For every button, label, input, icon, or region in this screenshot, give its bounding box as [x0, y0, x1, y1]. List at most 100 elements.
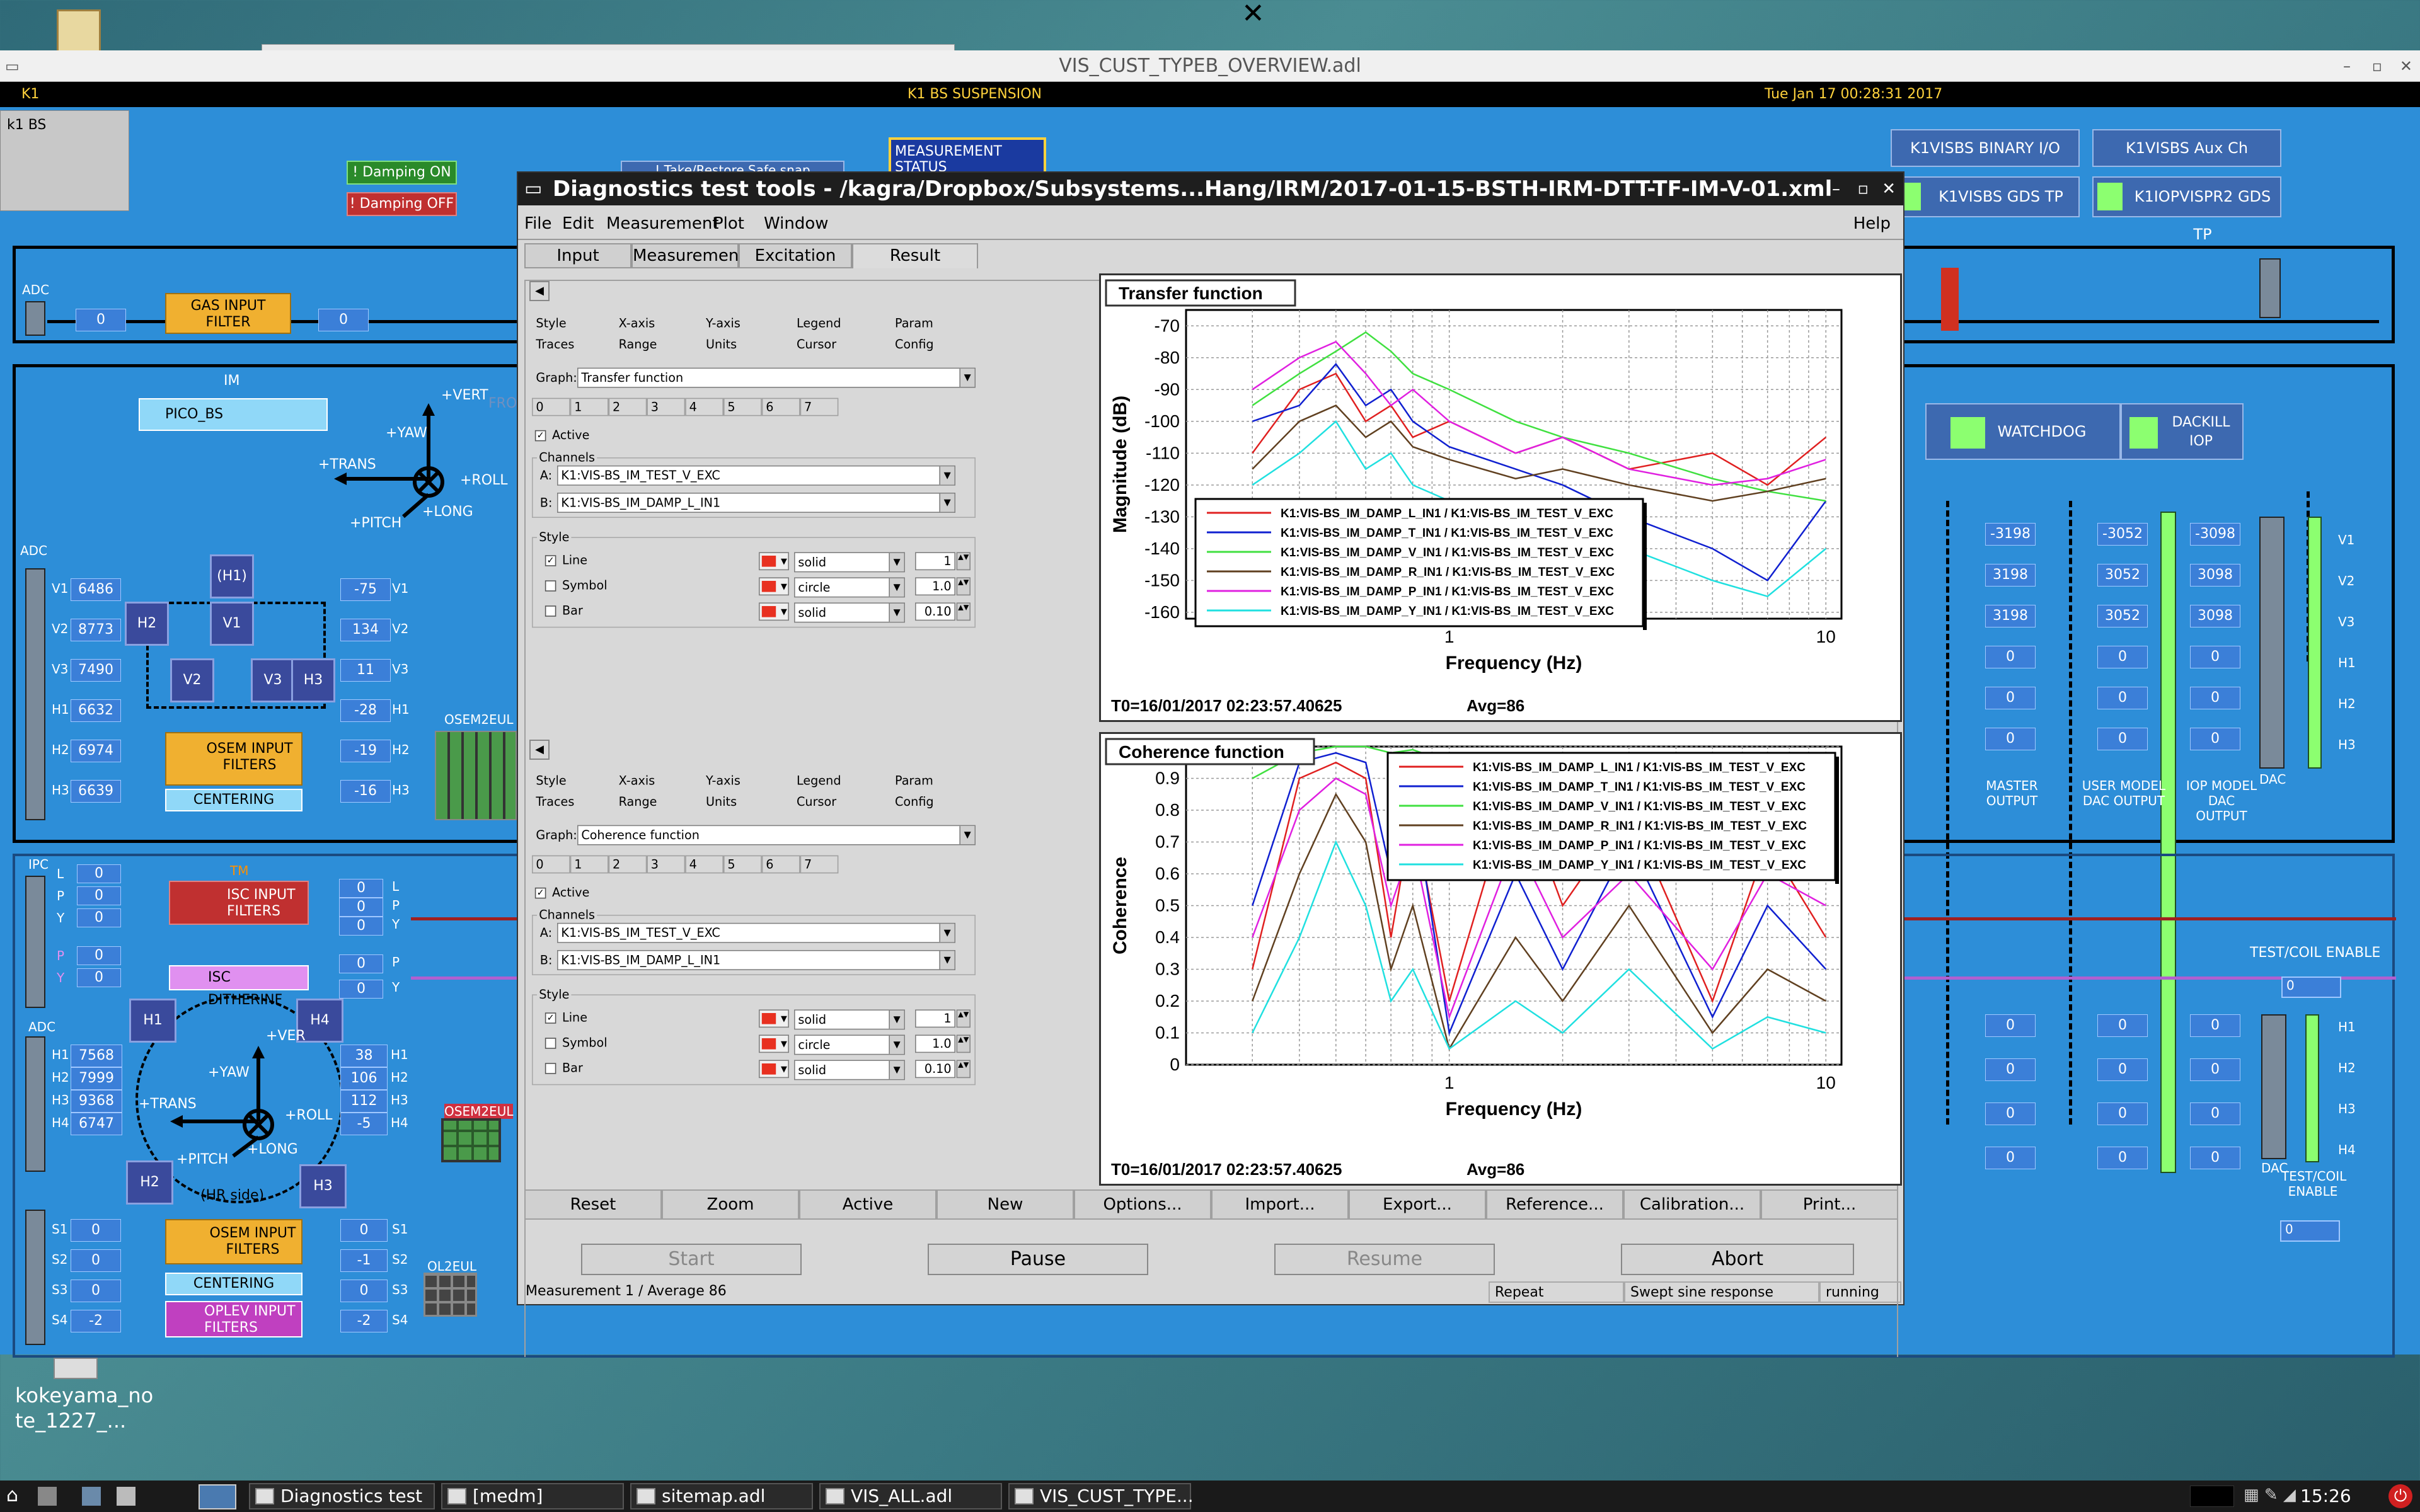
action-export[interactable]: Export... [1349, 1189, 1486, 1220]
trace-tab-4[interactable]: 4 [685, 398, 723, 416]
tab-input[interactable]: Input [524, 243, 631, 268]
start-menu-icon[interactable]: ⌂ [6, 1484, 32, 1508]
trace-tab-7[interactable]: 7 [800, 398, 839, 416]
osem-v3-node[interactable]: V3 [251, 658, 295, 702]
channel-a-select[interactable]: K1:VIS-BS_IM_TEST_V_EXC ▼ [557, 922, 955, 943]
line-checkbox[interactable]: ✓ [544, 1012, 556, 1024]
taskbar-item[interactable]: VIS_CUST_TYPE... [1008, 1483, 1194, 1509]
graph-select[interactable]: Coherence function ▼ [577, 825, 976, 845]
subtab-param[interactable]: Param [895, 774, 933, 788]
symbol-style-select[interactable]: circle ▼ [794, 577, 905, 598]
window-menu-icon[interactable]: ▭ [524, 173, 542, 205]
line-style-select[interactable]: solid ▼ [794, 1009, 905, 1030]
spin-arrows-icon[interactable]: ▲▼ [956, 1009, 971, 1028]
symbol-checkbox[interactable] [544, 1038, 556, 1049]
subtab-range[interactable]: Range [619, 338, 657, 352]
subtab-config[interactable]: Config [895, 795, 934, 809]
bar-color-picker[interactable]: ▼ [759, 602, 789, 621]
action-active[interactable]: Active [799, 1189, 936, 1220]
launcher-icon[interactable] [38, 1487, 57, 1506]
aux-ch-button[interactable]: K1VISBS Aux Ch [2092, 129, 2281, 167]
subtab-x-axis[interactable]: X-axis [619, 774, 655, 788]
trace-tab-7[interactable]: 7 [800, 855, 839, 874]
menu-window[interactable]: Window [764, 214, 829, 233]
active-checkbox[interactable]: ✓ [534, 430, 546, 442]
bar-color-picker[interactable]: ▼ [759, 1060, 789, 1079]
desktop-file-label[interactable]: kokeyama_note_1227_... [15, 1383, 160, 1433]
subtab-legend[interactable]: Legend [797, 316, 841, 330]
osem-v2-node[interactable]: V2 [170, 658, 214, 702]
ipc-block[interactable] [25, 876, 45, 1008]
bar-style-select[interactable]: solid ▼ [794, 1060, 905, 1080]
binary-io-button[interactable]: K1VISBS BINARY I/O [1891, 129, 2080, 167]
minimize-icon[interactable]: – [2343, 50, 2351, 82]
trace-tab-3[interactable]: 3 [647, 855, 686, 874]
action-reset[interactable]: Reset [524, 1189, 662, 1220]
osem2eul-tm-matrix[interactable] [441, 1118, 501, 1162]
damping-on-button[interactable]: ! Damping ON [347, 161, 457, 185]
osem-v1-node[interactable]: V1 [210, 602, 254, 646]
test-coil-enable-field-2[interactable]: 0 [2280, 1220, 2340, 1242]
line-width-input[interactable]: 1 [915, 552, 955, 571]
show-desktop-icon[interactable] [199, 1484, 236, 1509]
collapse-left-icon[interactable]: ◀ [529, 740, 550, 760]
damping-off-button[interactable]: ! Damping OFF [347, 192, 457, 216]
s-block[interactable] [25, 1210, 45, 1345]
osem-input-filters-button[interactable]: OSEM INPUT FILTERS [165, 732, 302, 786]
launcher-icon[interactable] [117, 1487, 135, 1506]
maximize-icon[interactable]: ▫ [1857, 173, 1869, 205]
subtab-param[interactable]: Param [895, 316, 933, 330]
bar-width-input[interactable]: 0.10 [915, 602, 955, 621]
subtab-range[interactable]: Range [619, 795, 657, 809]
spin-arrows-icon[interactable]: ▲▼ [956, 552, 971, 571]
dackill-button[interactable]: DACKILL IOP [2121, 403, 2244, 460]
taskbar-item[interactable]: VIS_ALL.adl [819, 1483, 1002, 1509]
pause-button[interactable]: Pause [928, 1244, 1148, 1275]
centering-button[interactable]: CENTERING [165, 789, 302, 811]
close-icon[interactable]: ✕ [1882, 173, 1896, 205]
graph-select[interactable]: Transfer function ▼ [577, 367, 976, 388]
action-calibration[interactable]: Calibration... [1623, 1189, 1761, 1220]
tm-h3-node[interactable]: H3 [299, 1164, 347, 1208]
ol2eul-matrix[interactable] [424, 1273, 477, 1317]
dac-tm-block[interactable] [2261, 1014, 2286, 1159]
channel-b-select[interactable]: K1:VIS-BS_IM_DAMP_L_IN1 ▼ [557, 950, 955, 970]
symbol-checkbox[interactable] [544, 580, 556, 592]
subtab-y-axis[interactable]: Y-axis [706, 316, 740, 330]
start-button[interactable]: Start [581, 1244, 802, 1275]
menu-plot[interactable]: Plot [713, 214, 744, 233]
tab-excitation[interactable]: Excitation [739, 243, 852, 268]
desktop-file-icon[interactable] [54, 1358, 98, 1379]
close-icon[interactable]: ✕ [2400, 50, 2412, 82]
watchdog-button[interactable]: WATCHDOG [1925, 403, 2121, 460]
osem-h3-node[interactable]: H3 [291, 658, 335, 702]
line-style-select[interactable]: solid ▼ [794, 552, 905, 573]
oplev-input-filters-button[interactable]: OPLEV INPUT FILTERS [165, 1301, 302, 1337]
bar-checkbox[interactable] [544, 605, 556, 617]
measurement-status[interactable]: MEASUREMENT STATUS [889, 137, 1046, 176]
trace-tab-2[interactable]: 2 [608, 855, 647, 874]
subtab-units[interactable]: Units [706, 338, 737, 352]
channel-a-select[interactable]: K1:VIS-BS_IM_TEST_V_EXC ▼ [557, 465, 955, 486]
symbol-color-picker[interactable]: ▼ [759, 577, 789, 596]
trace-tab-1[interactable]: 1 [570, 855, 609, 874]
adc-tm-block[interactable] [25, 1036, 45, 1172]
osem-h2-node[interactable]: H2 [125, 602, 169, 646]
adc-block[interactable] [25, 301, 45, 336]
osem-input-filters-tm-button[interactable]: OSEM INPUT FILTERS [165, 1219, 302, 1264]
gas-input-filter-button[interactable]: GAS INPUT FILTER [165, 293, 291, 334]
osem2eul-matrix[interactable] [435, 731, 517, 820]
subtab-cursor[interactable]: Cursor [797, 338, 836, 352]
minimize-icon[interactable]: – [1832, 173, 1840, 205]
trace-tab-2[interactable]: 2 [608, 398, 647, 416]
taskbar-item[interactable]: [medm] [441, 1483, 624, 1509]
line-width-input[interactable]: 1 [915, 1009, 955, 1028]
symbol-width-input[interactable]: 1.0 [915, 1034, 955, 1053]
osem-h1-node[interactable]: (H1) [210, 554, 254, 598]
tab-result[interactable]: Result [852, 243, 978, 268]
dac-block[interactable] [2259, 258, 2281, 318]
collapse-left-icon[interactable]: ◀ [529, 281, 550, 301]
taskbar-item[interactable]: Diagnostics test ... [249, 1483, 435, 1512]
symbol-width-input[interactable]: 1.0 [915, 577, 955, 596]
isc-input-filters-button[interactable]: ISC INPUT FILTERS [169, 881, 309, 925]
